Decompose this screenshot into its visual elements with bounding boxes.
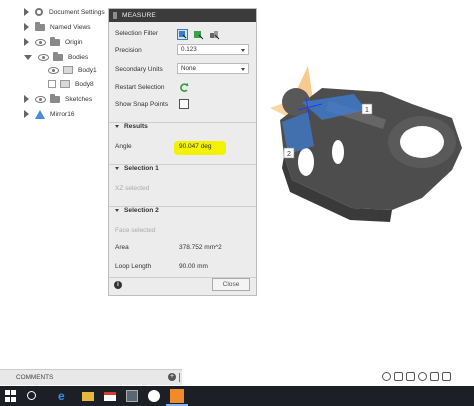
expand-icon[interactable] [24,38,29,46]
3d-viewport[interactable]: 1 2 [262,60,474,230]
selection2-value: Face selected [115,227,156,234]
drag-handle-icon[interactable] [113,12,117,19]
body-icon [63,66,73,74]
slot-hole [298,148,314,176]
look-at-icon[interactable] [394,371,403,381]
chevron-down-icon [115,124,119,128]
expand-icon[interactable] [24,95,29,103]
select-body-filter-icon[interactable] [193,29,204,40]
visibility-eye-icon[interactable] [35,95,46,103]
show-snap-points-checkbox[interactable] [179,99,189,109]
windows-taskbar: e [0,386,474,406]
calculator-icon[interactable] [126,390,138,402]
gmail-icon[interactable] [104,392,116,401]
tree-item-named-views[interactable]: Named Views [24,21,91,33]
precision-label: Precision [115,47,142,54]
info-icon[interactable]: i [114,281,122,289]
visibility-checkbox[interactable] [48,80,56,88]
expand-icon[interactable] [24,8,29,16]
navigation-toolbar [382,368,474,384]
comments-bar[interactable]: COMMENTS + [0,369,182,385]
precision-dropdown[interactable]: 0.123 [177,44,249,55]
tree-item-body1[interactable]: Body1 [48,64,97,76]
paint-icon[interactable] [148,390,160,402]
windows-icon[interactable] [5,390,17,402]
slot-hole-2 [332,140,344,164]
visibility-eye-icon[interactable] [35,38,46,46]
fit-icon[interactable] [430,371,439,381]
zoom-icon[interactable] [418,371,427,381]
show-snap-points-label: Show Snap Points [115,101,169,108]
ring-hole [400,126,444,158]
select-face-filter-icon[interactable] [177,29,188,40]
selection-filter-label: Selection Filter [115,30,158,37]
selection1-section-header[interactable]: Selection 1 [109,164,256,177]
selection2-section-header[interactable]: Selection 2 [109,206,256,219]
folder-icon [53,51,63,61]
angle-label: Angle [115,143,132,150]
marker-1-text: 1 [365,107,369,114]
tree-item-origin[interactable]: Origin [24,36,83,48]
gear-icon [35,8,43,16]
marker-2-text: 2 [287,151,291,158]
secondary-units-dropdown[interactable]: None [177,63,249,74]
tree-item-document-settings[interactable]: Document Settings [24,6,105,18]
add-comment-icon[interactable]: + [168,373,176,381]
close-button[interactable]: Close [212,278,250,291]
display-settings-icon[interactable] [442,371,451,381]
orbit-icon[interactable] [382,371,391,381]
search-icon[interactable] [27,391,36,400]
chevron-down-icon [115,208,119,212]
expand-icon[interactable] [24,110,29,118]
folder-icon [50,93,60,103]
expand-icon[interactable] [24,23,29,31]
folder-icon [35,21,45,31]
restart-selection-label: Restart Selection [115,84,165,91]
tree-item-bodies[interactable]: Bodies [24,51,88,63]
tree-item-mirror16[interactable]: Mirror16 [24,108,75,120]
pan-hand-icon[interactable] [406,371,415,381]
fusion-icon[interactable] [170,389,184,403]
selection1-value: XZ selected [115,185,150,192]
tree-item-body8[interactable]: Body8 [48,78,94,90]
edge-icon[interactable]: e [58,390,70,402]
restart-selection-icon[interactable] [179,82,190,95]
folder-icon [50,36,60,46]
measure-dialog: MEASURE Selection Filter Precision 0.123… [108,8,257,296]
area-value: 378.752 mm^2 [179,244,222,251]
tree-item-sketches[interactable]: Sketches [24,93,92,105]
visibility-eye-icon[interactable] [38,53,49,61]
chevron-down-icon [115,166,119,170]
results-section-header[interactable]: Results [109,122,256,135]
measure-dialog-header[interactable]: MEASURE [109,9,256,22]
comments-label: COMMENTS [16,374,54,381]
divider [179,373,180,382]
file-explorer-icon[interactable] [82,392,94,401]
loop-length-value: 90.00 mm [179,263,208,270]
body-icon [60,80,70,88]
secondary-units-label: Secondary Units [115,66,163,73]
visibility-eye-icon[interactable] [48,66,59,74]
select-component-filter-icon[interactable] [209,29,220,40]
measure-dialog-title: MEASURE [122,12,157,19]
mirror-icon [35,109,45,119]
collapse-icon[interactable] [24,54,32,60]
angle-value: 90.047 deg [179,143,212,150]
loop-length-label: Loop Length [115,263,152,270]
area-label: Area [115,244,129,251]
